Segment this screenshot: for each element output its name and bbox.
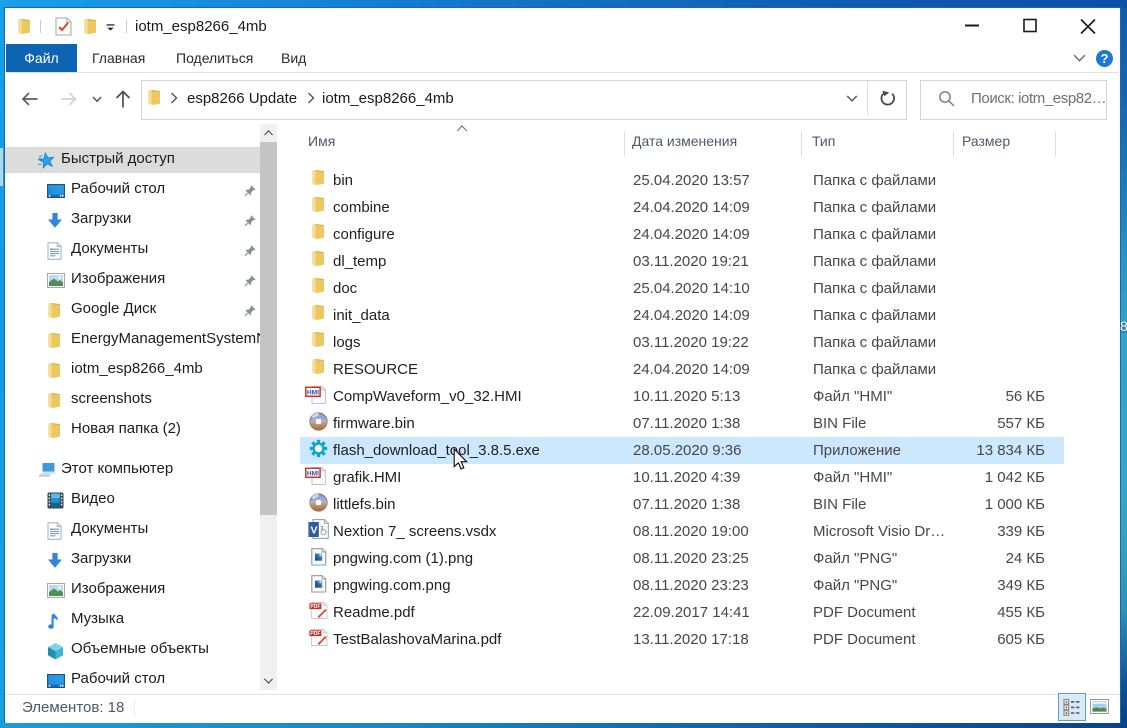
- svg-text:HMI: HMI: [306, 389, 318, 396]
- svg-text:V: V: [311, 525, 318, 536]
- svg-text:PDF: PDF: [310, 604, 320, 610]
- svg-text:HMI: HMI: [306, 470, 318, 477]
- svg-text:PDF: PDF: [310, 631, 320, 637]
